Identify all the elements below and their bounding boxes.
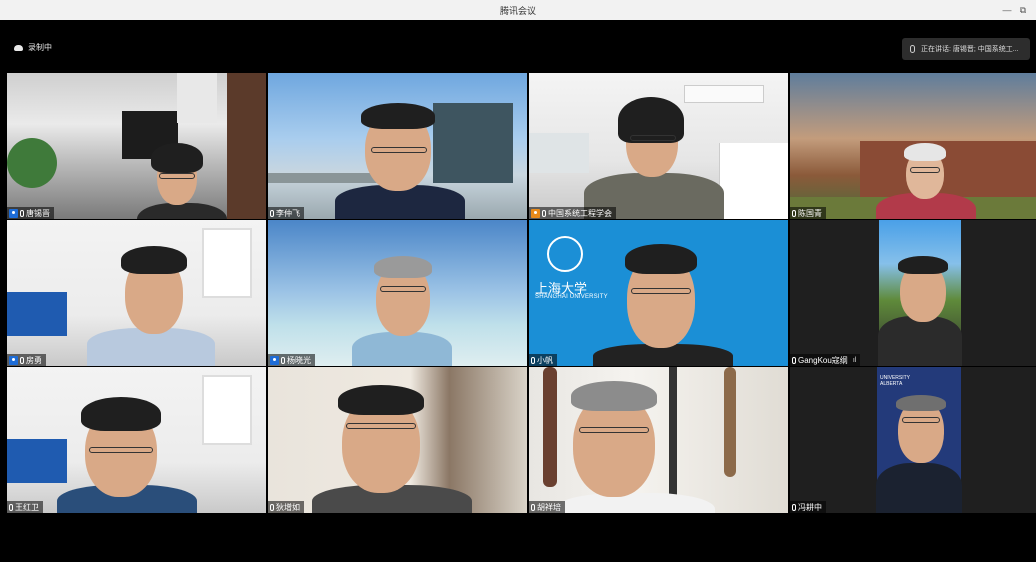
participant-name: 小帆 [537, 355, 553, 365]
bottom-bar [0, 514, 1036, 562]
video-tile[interactable]: 唐锡晋 [7, 73, 266, 219]
video-tile[interactable]: 王红卫 [7, 367, 266, 513]
microphone-icon [9, 503, 13, 511]
signal-strength-icon: ıl [852, 356, 857, 364]
participant-name: 杨晓光 [287, 355, 311, 365]
participant-name: 陈国青 [798, 208, 822, 218]
participant-label: 唐锡晋 [7, 207, 54, 219]
participant-label: GangKou寇纲 ıl [790, 354, 861, 366]
participant-label: 胡祥培 [529, 501, 565, 513]
microphone-icon [270, 209, 274, 217]
participant-label: 中国系统工程学会 [529, 207, 616, 219]
microphone-icon [531, 503, 535, 511]
microphone-icon [792, 209, 796, 217]
video-tile[interactable]: 中国系统工程学会 [529, 73, 788, 219]
video-tile[interactable]: 上海大学 SHANGHAI UNIVERSITY 小帆 [529, 220, 788, 366]
participant-name: 唐锡晋 [26, 208, 50, 218]
microphone-icon [281, 356, 285, 364]
participant-name: 房勇 [26, 355, 42, 365]
speaking-text: 正在讲话: 唐锡晋; 中国系统工... [921, 46, 1019, 53]
minimize-icon[interactable]: — [1000, 3, 1014, 17]
microphone-icon [542, 209, 546, 217]
video-tile[interactable]: 房勇 [7, 220, 266, 366]
recording-label: 录制中 [28, 43, 52, 52]
participant-label: 陈国青 [790, 207, 826, 219]
university-logo [547, 236, 583, 272]
participant-name: 狄增如 [276, 502, 300, 512]
participant-label: 王红卫 [7, 501, 43, 513]
microphone-icon [270, 503, 274, 511]
participant-name: GangKou寇纲 [798, 355, 848, 365]
microphone-icon [910, 45, 915, 53]
participant-label: 冯耕中 [790, 501, 826, 513]
participant-label: 李仲飞 [268, 207, 304, 219]
cloud-icon [14, 44, 23, 51]
host-badge-icon [9, 208, 18, 218]
speaking-indicator: 正在讲话: 唐锡晋; 中国系统工... [902, 38, 1030, 60]
video-tile[interactable]: 李仲飞 [268, 73, 527, 219]
participant-label: 杨晓光 [268, 354, 315, 366]
host-badge-icon [9, 355, 18, 365]
microphone-icon [20, 356, 24, 364]
restore-icon[interactable]: ⧉ [1016, 3, 1030, 17]
video-tile[interactable]: 陈国青 [790, 73, 1036, 219]
video-tile[interactable]: GangKou寇纲 ıl [790, 220, 1036, 366]
video-tile[interactable]: UNIVERSITY ALBERTA 冯耕中 [790, 367, 1036, 513]
background-text: SHANGHAI UNIVERSITY [535, 294, 608, 300]
microphone-icon [792, 356, 796, 364]
participant-label: 房勇 [7, 354, 46, 366]
cohost-badge-icon [531, 208, 540, 218]
window-title: 腾讯会议 [499, 6, 536, 16]
participant-label: 狄增如 [268, 501, 304, 513]
participant-name: 王红卫 [15, 502, 39, 512]
video-tile[interactable]: 胡祥培 [529, 367, 788, 513]
microphone-icon [531, 356, 535, 364]
participant-label: 小帆 [529, 354, 557, 366]
participant-name: 冯耕中 [798, 502, 822, 512]
participant-name: 胡祥培 [537, 502, 561, 512]
participant-name: 中国系统工程学会 [548, 208, 612, 218]
video-grid: 唐锡晋 李仲飞 中国系统工程学会 陈国青 房勇 杨晓光 上海大学 SHANGHA… [7, 73, 1036, 514]
recording-indicator[interactable]: 录制中 [14, 42, 52, 53]
title-bar: 腾讯会议 — ⧉ [0, 0, 1036, 20]
video-tile[interactable]: 杨晓光 [268, 220, 527, 366]
video-tile[interactable]: 狄增如 [268, 367, 527, 513]
microphone-icon [792, 503, 796, 511]
participant-name: 李仲飞 [276, 208, 300, 218]
host-badge-icon [270, 355, 279, 365]
microphone-icon [20, 209, 24, 217]
